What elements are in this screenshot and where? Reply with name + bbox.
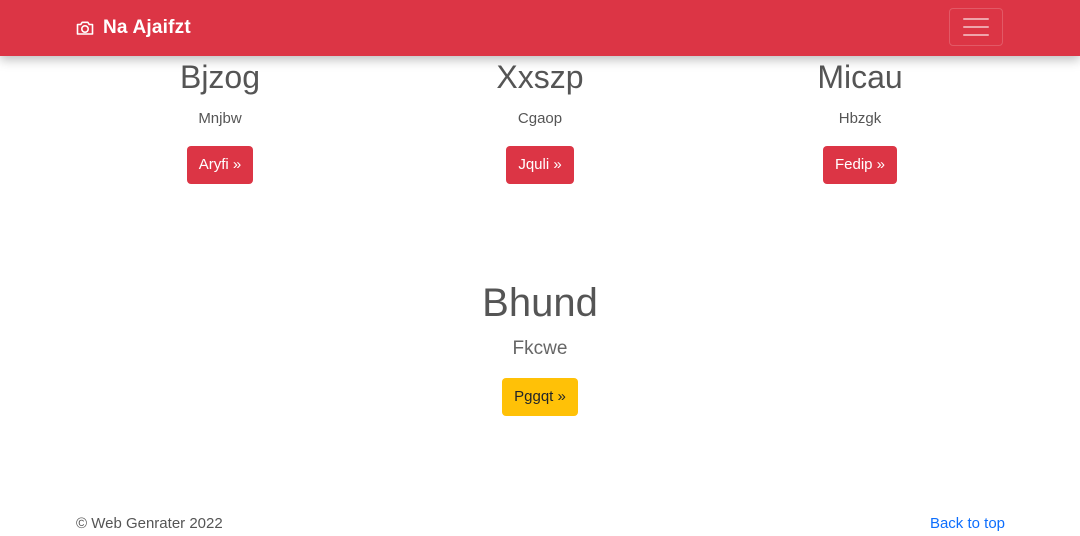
feature-column: Xxszp Cgaop Jquli » bbox=[390, 58, 690, 184]
footer-copyright: © Web Genrater 2022 bbox=[76, 515, 223, 532]
feature-title: Xxszp bbox=[496, 59, 584, 95]
feature-text: Cgaop bbox=[517, 110, 563, 127]
feature-column: Bjzog Mnjbw Aryfi » bbox=[70, 58, 370, 184]
camera-icon bbox=[75, 18, 95, 38]
navbar-toggler-button[interactable] bbox=[949, 8, 1003, 46]
feature-button[interactable]: Aryfi » bbox=[186, 146, 254, 184]
hamburger-icon bbox=[963, 26, 989, 28]
feature-button[interactable]: Fedip » bbox=[822, 146, 898, 184]
feature-column: Micau Hbzgk Fedip » bbox=[710, 58, 1010, 184]
hamburger-icon bbox=[963, 18, 989, 20]
hamburger-icon bbox=[963, 34, 989, 36]
feature-title: Bjzog bbox=[179, 59, 261, 95]
brand-name: Na Ajaifzt bbox=[103, 17, 191, 38]
highlight-title: Bhund bbox=[482, 281, 598, 325]
feature-title: Micau bbox=[817, 59, 903, 95]
feature-text: Hbzgk bbox=[838, 110, 882, 127]
top-navbar: Na Ajaifzt bbox=[0, 0, 1080, 56]
brand-link[interactable]: Na Ajaifzt bbox=[75, 15, 191, 41]
back-to-top-link[interactable]: Back to top bbox=[930, 515, 1005, 532]
feature-button[interactable]: Jquli » bbox=[506, 146, 574, 184]
feature-text: Mnjbw bbox=[198, 110, 242, 127]
highlight-section: Bhund Fkcwe Pggqt » bbox=[390, 280, 690, 416]
highlight-button[interactable]: Pggqt » bbox=[502, 378, 578, 416]
highlight-text: Fkcwe bbox=[512, 338, 568, 359]
